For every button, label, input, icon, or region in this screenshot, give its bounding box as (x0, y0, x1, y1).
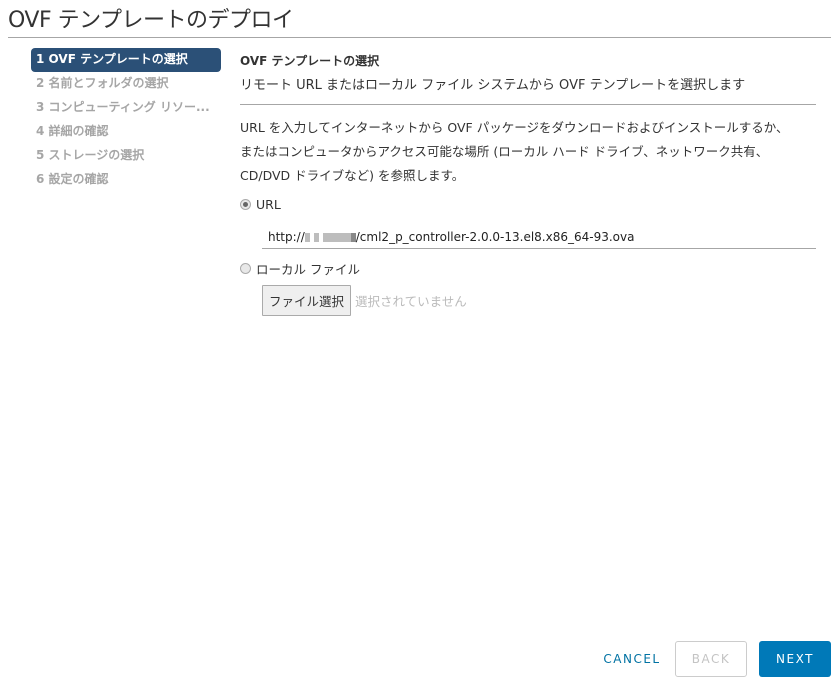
section-title: OVF テンプレートの選択 (240, 54, 380, 68)
file-status: 選択されていません (355, 294, 467, 309)
section-description: URL を入力してインターネットから OVF パッケージをダウンロードおよびイン… (240, 116, 816, 188)
next-button[interactable]: NEXT (759, 641, 831, 677)
step-confirm-settings[interactable]: 6 設定の確認 (31, 168, 221, 192)
url-suffix: /cml2_p_controller-2.0.0-13.el8.x86_64-9… (355, 230, 635, 244)
cancel-button[interactable]: CANCEL (589, 641, 675, 677)
choose-file-button[interactable]: ファイル選択 (262, 285, 352, 316)
description-line: またはコンピュータからアクセス可能な場所 (ローカル ハード ドライブ、ネットワ… (240, 144, 769, 159)
section-divider (240, 104, 816, 105)
description-line: CD/DVD ドライブなど) を参照します。 (240, 168, 465, 183)
step-name-and-folder[interactable]: 2 名前とフォルダの選択 (31, 72, 221, 96)
wizard-footer: CANCEL BACK NEXT (589, 641, 831, 677)
url-prefix: http:// (268, 230, 305, 244)
local-file-radio-label[interactable]: ローカル ファイル (256, 259, 360, 278)
url-input[interactable]: http:// /cml2_p_controller-2.0.0-13.el8.x… (262, 227, 816, 249)
url-option[interactable]: URL (240, 195, 816, 213)
local-file-radio[interactable] (240, 262, 251, 274)
redacted-block (313, 233, 319, 242)
file-chooser: ファイル選択 選択されていません (262, 285, 816, 316)
step-content: OVF テンプレートの選択 リモート URL またはローカル ファイル システム… (240, 52, 816, 316)
step-select-ovf-template[interactable]: 1 OVF テンプレートの選択 (31, 48, 221, 72)
step-review-details[interactable]: 4 詳細の確認 (31, 120, 221, 144)
url-radio[interactable] (240, 198, 251, 210)
redacted-block (304, 233, 310, 242)
url-radio-label[interactable]: URL (256, 197, 281, 212)
wizard-steps: 1 OVF テンプレートの選択 2 名前とフォルダの選択 3 コンピューティング… (31, 48, 221, 192)
local-file-option[interactable]: ローカル ファイル (240, 259, 816, 277)
description-line: URL を入力してインターネットから OVF パッケージをダウンロードおよびイン… (240, 120, 789, 135)
step-select-storage[interactable]: 5 ストレージの選択 (31, 144, 221, 168)
back-button[interactable]: BACK (675, 641, 747, 677)
redacted-block (322, 233, 351, 242)
dialog-title: OVF テンプレートのデプロイ (8, 8, 294, 33)
section-subtitle: リモート URL またはローカル ファイル システムから OVF テンプレートを… (240, 78, 746, 93)
title-divider (8, 37, 831, 38)
step-compute-resource[interactable]: 3 コンピューティング リソー... (31, 96, 221, 120)
